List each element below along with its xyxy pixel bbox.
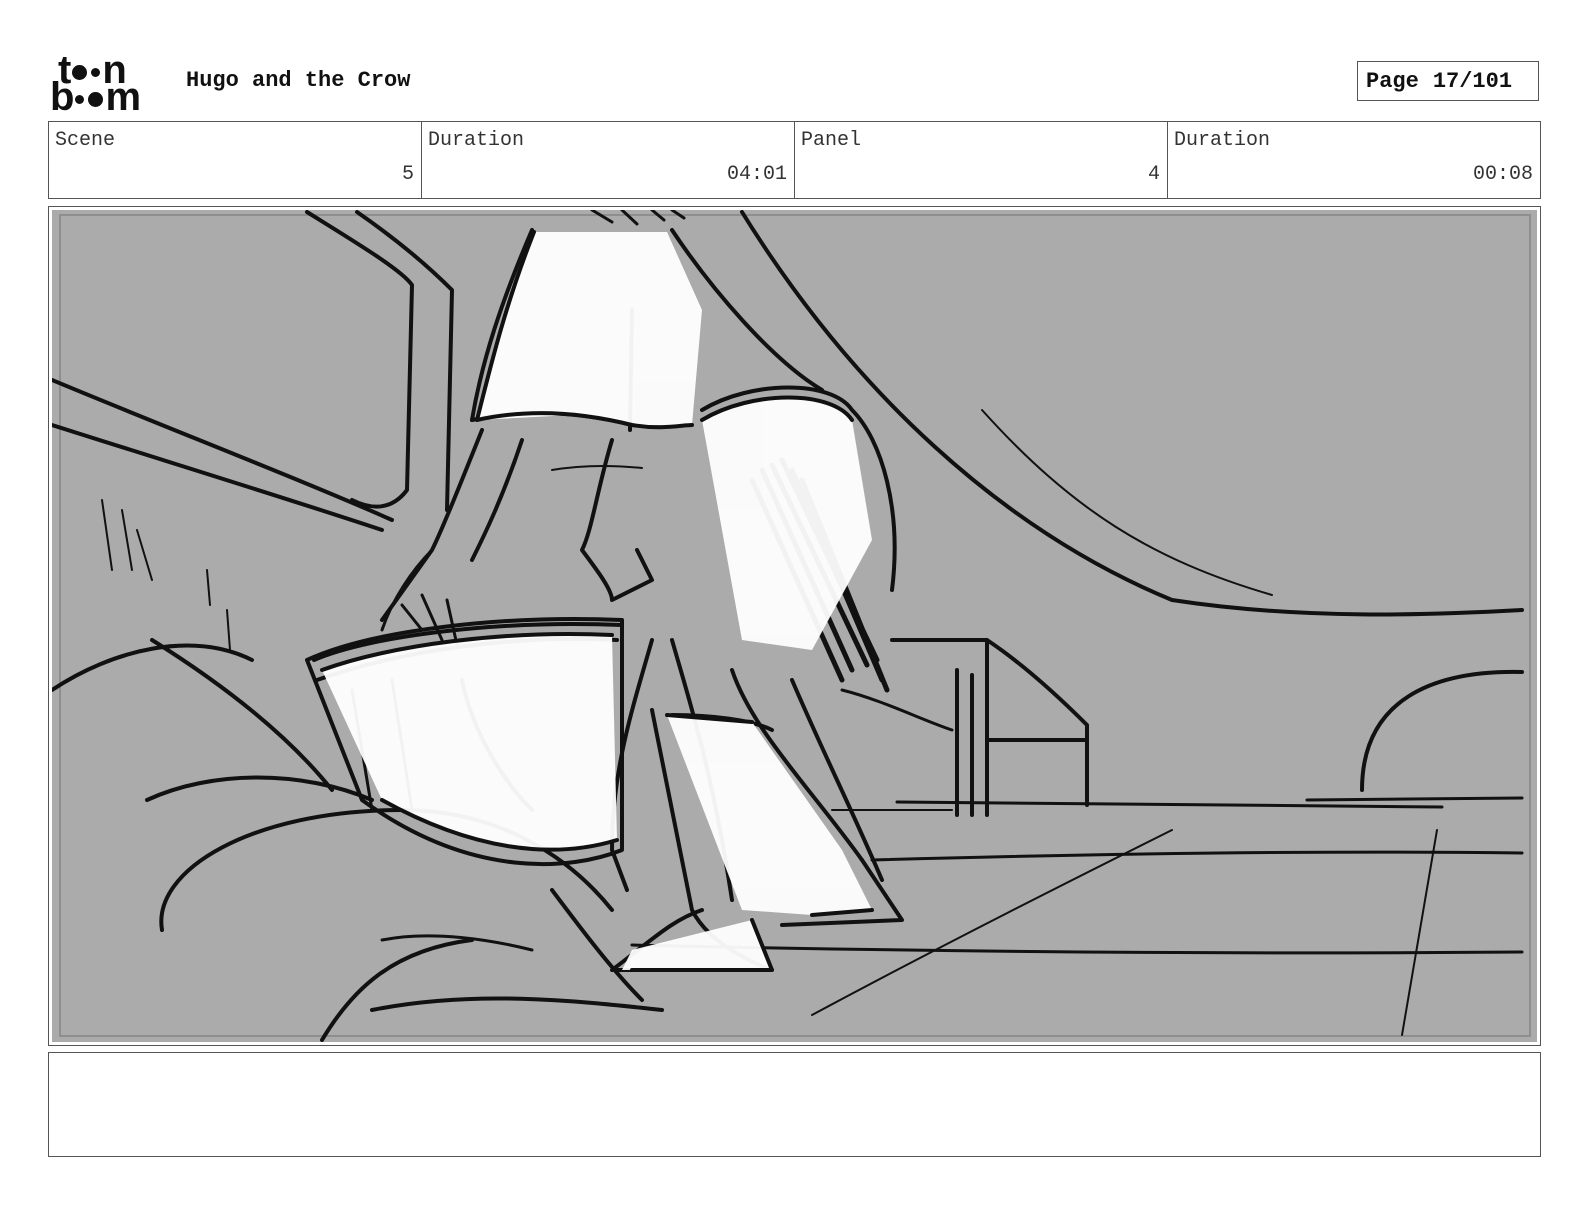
panel-notes-box: [48, 1052, 1541, 1157]
panel-info-table: Scene 5 Duration 04:01 Panel 4 Duration …: [48, 121, 1541, 199]
storyboard-sketch: [52, 210, 1537, 1042]
panel-cell: Panel 4: [795, 122, 1168, 198]
panel-duration-value: 00:08: [1472, 163, 1533, 186]
page-indicator: Page 17/101: [1357, 61, 1539, 101]
scene-label: Scene: [55, 129, 116, 152]
scene-value: 5: [401, 163, 414, 186]
project-title: Hugo and the Crow: [186, 68, 411, 93]
scene-duration-value: 04:01: [726, 163, 787, 186]
panel-duration-cell: Duration 00:08: [1168, 122, 1540, 198]
panel-duration-label: Duration: [1174, 129, 1271, 152]
logo-row-bottom: bm: [50, 75, 141, 119]
scene-duration-cell: Duration 04:01: [422, 122, 795, 198]
page-label: Page: [1366, 68, 1419, 94]
scene-duration-label: Duration: [428, 129, 525, 152]
panel-label: Panel: [801, 129, 862, 152]
page-number: 17/101: [1432, 68, 1513, 94]
toon-boom-logo: tn bm: [50, 50, 168, 119]
scene-cell: Scene 5: [49, 122, 422, 198]
panel-value: 4: [1147, 163, 1160, 186]
storyboard-panel-frame: [48, 206, 1541, 1046]
